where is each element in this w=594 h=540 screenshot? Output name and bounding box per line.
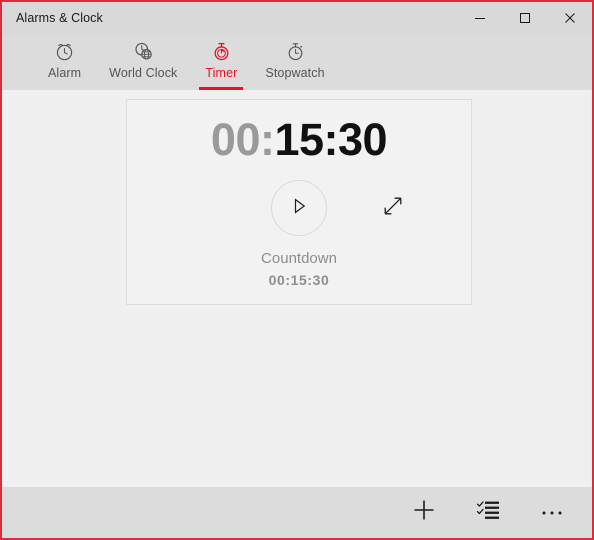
command-bar	[2, 487, 592, 538]
timer-controls-row	[127, 180, 471, 236]
minimize-button[interactable]	[457, 2, 502, 34]
ellipsis-icon	[540, 504, 564, 522]
timer-name-label: Countdown	[261, 250, 337, 267]
navigation-tabbar: Alarm World Clock Timer Stopwatch	[2, 35, 592, 90]
timer-preset-value: 00:15:30	[268, 272, 330, 288]
maximize-button[interactable]	[502, 2, 547, 34]
tab-world-clock[interactable]: World Clock	[95, 35, 191, 90]
titlebar[interactable]: Alarms & Clock	[2, 2, 592, 35]
timer-card[interactable]: 00:15:30 Countdown 00:15:30	[126, 99, 472, 305]
tab-alarm-label: Alarm	[48, 66, 82, 80]
play-icon	[289, 196, 309, 221]
add-timer-button[interactable]	[400, 491, 448, 535]
timer-icon	[211, 39, 232, 63]
tab-timer-label: Timer	[205, 66, 238, 80]
timer-time-display: 00:15:30	[210, 114, 388, 165]
tab-stopwatch[interactable]: Stopwatch	[251, 35, 338, 90]
alarms-and-clock-window: Alarms & Clock Alarm World Clock Timer S…	[0, 0, 594, 540]
tab-stopwatch-label: Stopwatch	[265, 66, 325, 80]
expand-diagonal-icon	[381, 194, 405, 223]
tab-alarm[interactable]: Alarm	[34, 35, 95, 90]
tab-world-clock-label: World Clock	[109, 66, 178, 80]
timer-minutes-seconds: 15:30	[274, 114, 388, 165]
play-button[interactable]	[271, 180, 327, 236]
globe-clock-icon	[133, 39, 154, 63]
window-title: Alarms & Clock	[16, 11, 103, 25]
caption-button-group	[457, 2, 592, 34]
more-options-button[interactable]	[528, 491, 576, 535]
expand-button[interactable]	[379, 194, 407, 222]
tab-timer[interactable]: Timer	[191, 35, 251, 90]
stopwatch-icon	[285, 39, 306, 63]
close-button[interactable]	[547, 2, 592, 34]
plus-icon	[411, 497, 437, 528]
select-timers-button[interactable]	[464, 491, 512, 535]
timer-hours: 00:	[210, 114, 275, 165]
alarm-clock-icon	[54, 39, 75, 63]
checklist-icon	[476, 499, 500, 526]
main-content-area: 00:15:30 Countdown 00:15:30	[2, 90, 592, 487]
